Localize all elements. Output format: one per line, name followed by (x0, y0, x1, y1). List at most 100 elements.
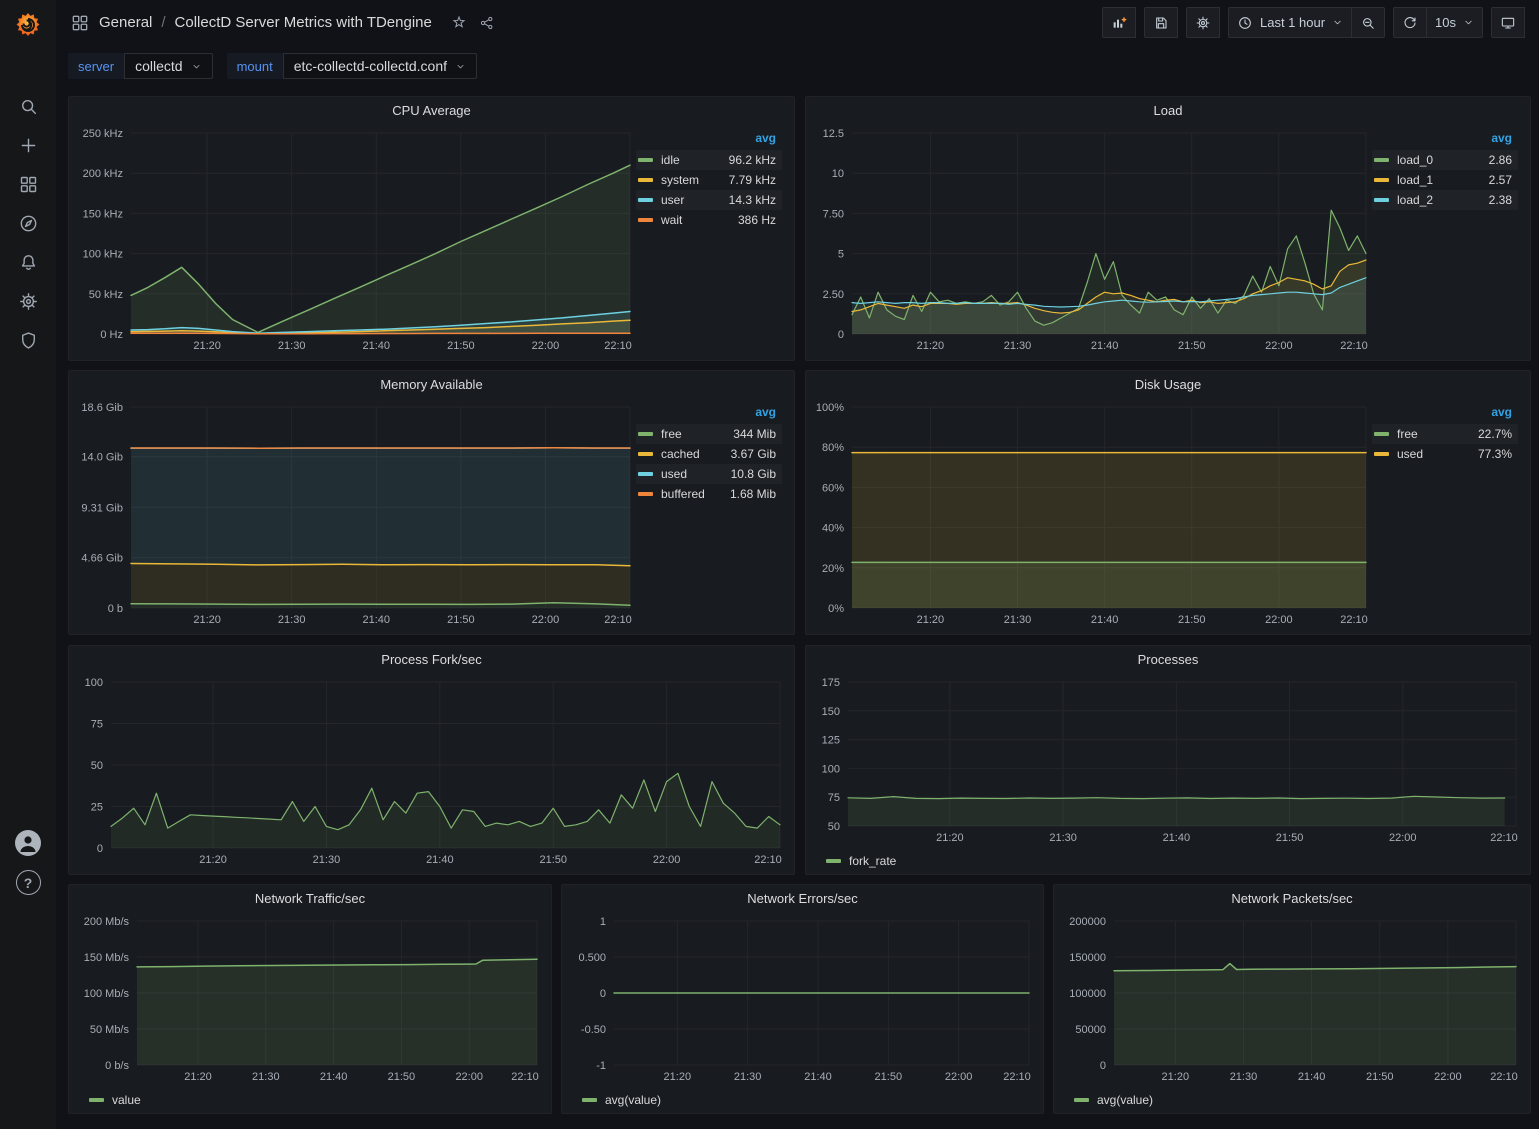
svg-text:100000: 100000 (1069, 988, 1106, 1000)
memory-available-chart[interactable]: 0 b4.66 Gib9.31 Gib14.0 Gib18.6 Gib21:20… (75, 397, 636, 628)
panel-title[interactable]: CPU Average (69, 97, 794, 123)
series-avg-value: 10.8 Gib (719, 464, 782, 484)
sidebar-item-configuration[interactable] (6, 282, 50, 321)
panel-title[interactable]: Network Packets/sec (1054, 885, 1530, 911)
dashboard-settings-button[interactable] (1186, 7, 1220, 38)
legend-avg-header[interactable]: avg (715, 131, 782, 150)
help-button[interactable]: ? (16, 870, 41, 895)
series-name: used (1397, 447, 1423, 461)
legend-item-load_0[interactable]: load_02.86 (1372, 150, 1518, 170)
network-traffic-chart[interactable]: 0 b/s50 Mb/s100 Mb/s150 Mb/s200 Mb/s21:2… (75, 911, 543, 1085)
dashboard-grid: CPU Average0 Hz50 kHz100 kHz150 kHz200 k… (56, 87, 1539, 1129)
legend-item-fork_rate[interactable]: fork_rate (826, 854, 896, 868)
svg-text:0: 0 (600, 988, 606, 1000)
panel-title[interactable]: Disk Usage (806, 371, 1530, 397)
panel-title[interactable]: Network Errors/sec (562, 885, 1043, 911)
svg-text:22:10: 22:10 (604, 340, 632, 352)
network-packets-chart[interactable]: 05000010000015000020000021:2021:3021:402… (1060, 911, 1522, 1085)
svg-text:0 b: 0 b (108, 603, 123, 615)
series-color-swatch (638, 472, 653, 476)
variable-mount-value[interactable]: etc-collectd-collectd.conf (283, 53, 477, 79)
panel-title[interactable]: Processes (806, 646, 1530, 672)
dashboard-title[interactable]: CollectD Server Metrics with TDengine (175, 14, 432, 31)
legend-item-free[interactable]: free22.7% (1372, 424, 1518, 444)
svg-text:21:20: 21:20 (184, 1071, 212, 1083)
svg-text:0 b/s: 0 b/s (105, 1060, 129, 1072)
legend-item-load_2[interactable]: load_22.38 (1372, 190, 1518, 210)
process-fork-chart[interactable]: 025507510021:2021:3021:4021:5022:0022:10 (75, 672, 786, 868)
network-errors-chart[interactable]: -1-0.5000.500121:2021:3021:4021:5022:002… (568, 911, 1035, 1085)
legend-item-value[interactable]: value (89, 1093, 141, 1107)
panel-process-fork: Process Fork/sec025507510021:2021:3021:4… (68, 645, 795, 875)
load-chart[interactable]: 02.5057.501012.521:2021:3021:4021:5022:0… (812, 123, 1372, 354)
series-avg-value: 7.79 kHz (715, 170, 782, 190)
panel-title[interactable]: Network Traffic/sec (69, 885, 551, 911)
legend-avg-header[interactable]: avg (719, 405, 782, 424)
series-avg-value: 2.86 (1470, 150, 1519, 170)
cycle-view-mode-button[interactable] (1491, 7, 1525, 38)
svg-text:20%: 20% (822, 563, 844, 575)
processes-chart[interactable]: 507510012515017521:2021:3021:4021:5022:0… (812, 672, 1522, 846)
series-color-swatch (89, 1098, 104, 1102)
star-icon[interactable] (451, 15, 467, 31)
legend-avg-header[interactable]: avg (1453, 405, 1518, 424)
top-navbar: General / CollectD Server Metrics with T… (56, 0, 1539, 45)
series-avg-value: 77.3% (1453, 444, 1518, 464)
time-range-picker[interactable]: Last 1 hour (1228, 7, 1352, 38)
user-avatar[interactable] (15, 830, 41, 856)
svg-text:250 kHz: 250 kHz (83, 128, 123, 140)
sidebar-item-search[interactable] (6, 87, 50, 126)
series-avg-value: 386 Hz (715, 210, 782, 230)
svg-text:21:30: 21:30 (1230, 1071, 1258, 1083)
sidebar-item-explore[interactable] (6, 204, 50, 243)
breadcrumb-folder[interactable]: General (99, 14, 152, 31)
svg-text:100 Mb/s: 100 Mb/s (84, 988, 130, 1000)
legend-item-wait[interactable]: wait386 Hz (636, 210, 782, 230)
legend-item-used[interactable]: used 77.3% (1372, 444, 1518, 464)
panel-title[interactable]: Memory Available (69, 371, 794, 397)
svg-text:21:20: 21:20 (1162, 1071, 1190, 1083)
legend-item-user[interactable]: user14.3 kHz (636, 190, 782, 210)
monitor-icon (1500, 15, 1516, 31)
legend-item-avg(value)[interactable]: avg(value) (582, 1093, 661, 1107)
save-dashboard-button[interactable] (1144, 7, 1178, 38)
svg-text:21:20: 21:20 (917, 614, 945, 626)
dashboard-grid-icon[interactable] (70, 13, 90, 33)
svg-text:21:50: 21:50 (875, 1071, 903, 1083)
panel-title[interactable]: Load (806, 97, 1530, 123)
disk-usage-chart[interactable]: 0%20%40%60%80%100%21:2021:3021:4021:5022… (812, 397, 1372, 628)
refresh-interval-picker[interactable]: 10s (1426, 7, 1483, 38)
sidebar-item-dashboards[interactable] (6, 165, 50, 204)
svg-text:21:50: 21:50 (447, 340, 475, 352)
refresh-icon (1402, 15, 1418, 31)
legend-item-used[interactable]: used 10.8 Gib (636, 464, 782, 484)
legend-item-load_1[interactable]: load_12.57 (1372, 170, 1518, 190)
variable-server-value[interactable]: collectd (124, 53, 212, 79)
sidebar-bottom: ? (0, 830, 56, 895)
refresh-button[interactable] (1393, 7, 1427, 38)
zoom-out-button[interactable] (1351, 7, 1385, 38)
legend-item-idle[interactable]: idle96.2 kHz (636, 150, 782, 170)
panel-cpu-average: CPU Average0 Hz50 kHz100 kHz150 kHz200 k… (68, 96, 795, 361)
help-glyph: ? (24, 875, 33, 891)
panel-title[interactable]: Process Fork/sec (69, 646, 794, 672)
add-panel-button[interactable] (1102, 7, 1136, 38)
svg-text:22:00: 22:00 (653, 854, 681, 866)
legend-item-avg(value)[interactable]: avg(value) (1074, 1093, 1153, 1107)
series-name: used (661, 467, 687, 481)
share-icon[interactable] (479, 15, 495, 31)
bell-icon (18, 252, 39, 273)
cpu-average-chart[interactable]: 0 Hz50 kHz100 kHz150 kHz200 kHz250 kHz21… (75, 123, 636, 354)
sidebar-item-server-admin[interactable] (6, 321, 50, 360)
legend-item-cached[interactable]: cached3.67 Gib (636, 444, 782, 464)
variable-mount-selected: etc-collectd-collectd.conf (294, 58, 447, 74)
grafana-logo-icon[interactable] (12, 9, 44, 41)
legend-item-system[interactable]: system7.79 kHz (636, 170, 782, 190)
sidebar-item-alerting[interactable] (6, 243, 50, 282)
series-color-swatch (638, 218, 653, 222)
legend-avg-header[interactable]: avg (1470, 131, 1519, 150)
sidebar-item-create[interactable] (6, 126, 50, 165)
legend-item-free[interactable]: free344 Mib (636, 424, 782, 444)
legend-item-buffered[interactable]: buffered1.68 Mib (636, 484, 782, 504)
svg-text:100 kHz: 100 kHz (83, 249, 123, 261)
